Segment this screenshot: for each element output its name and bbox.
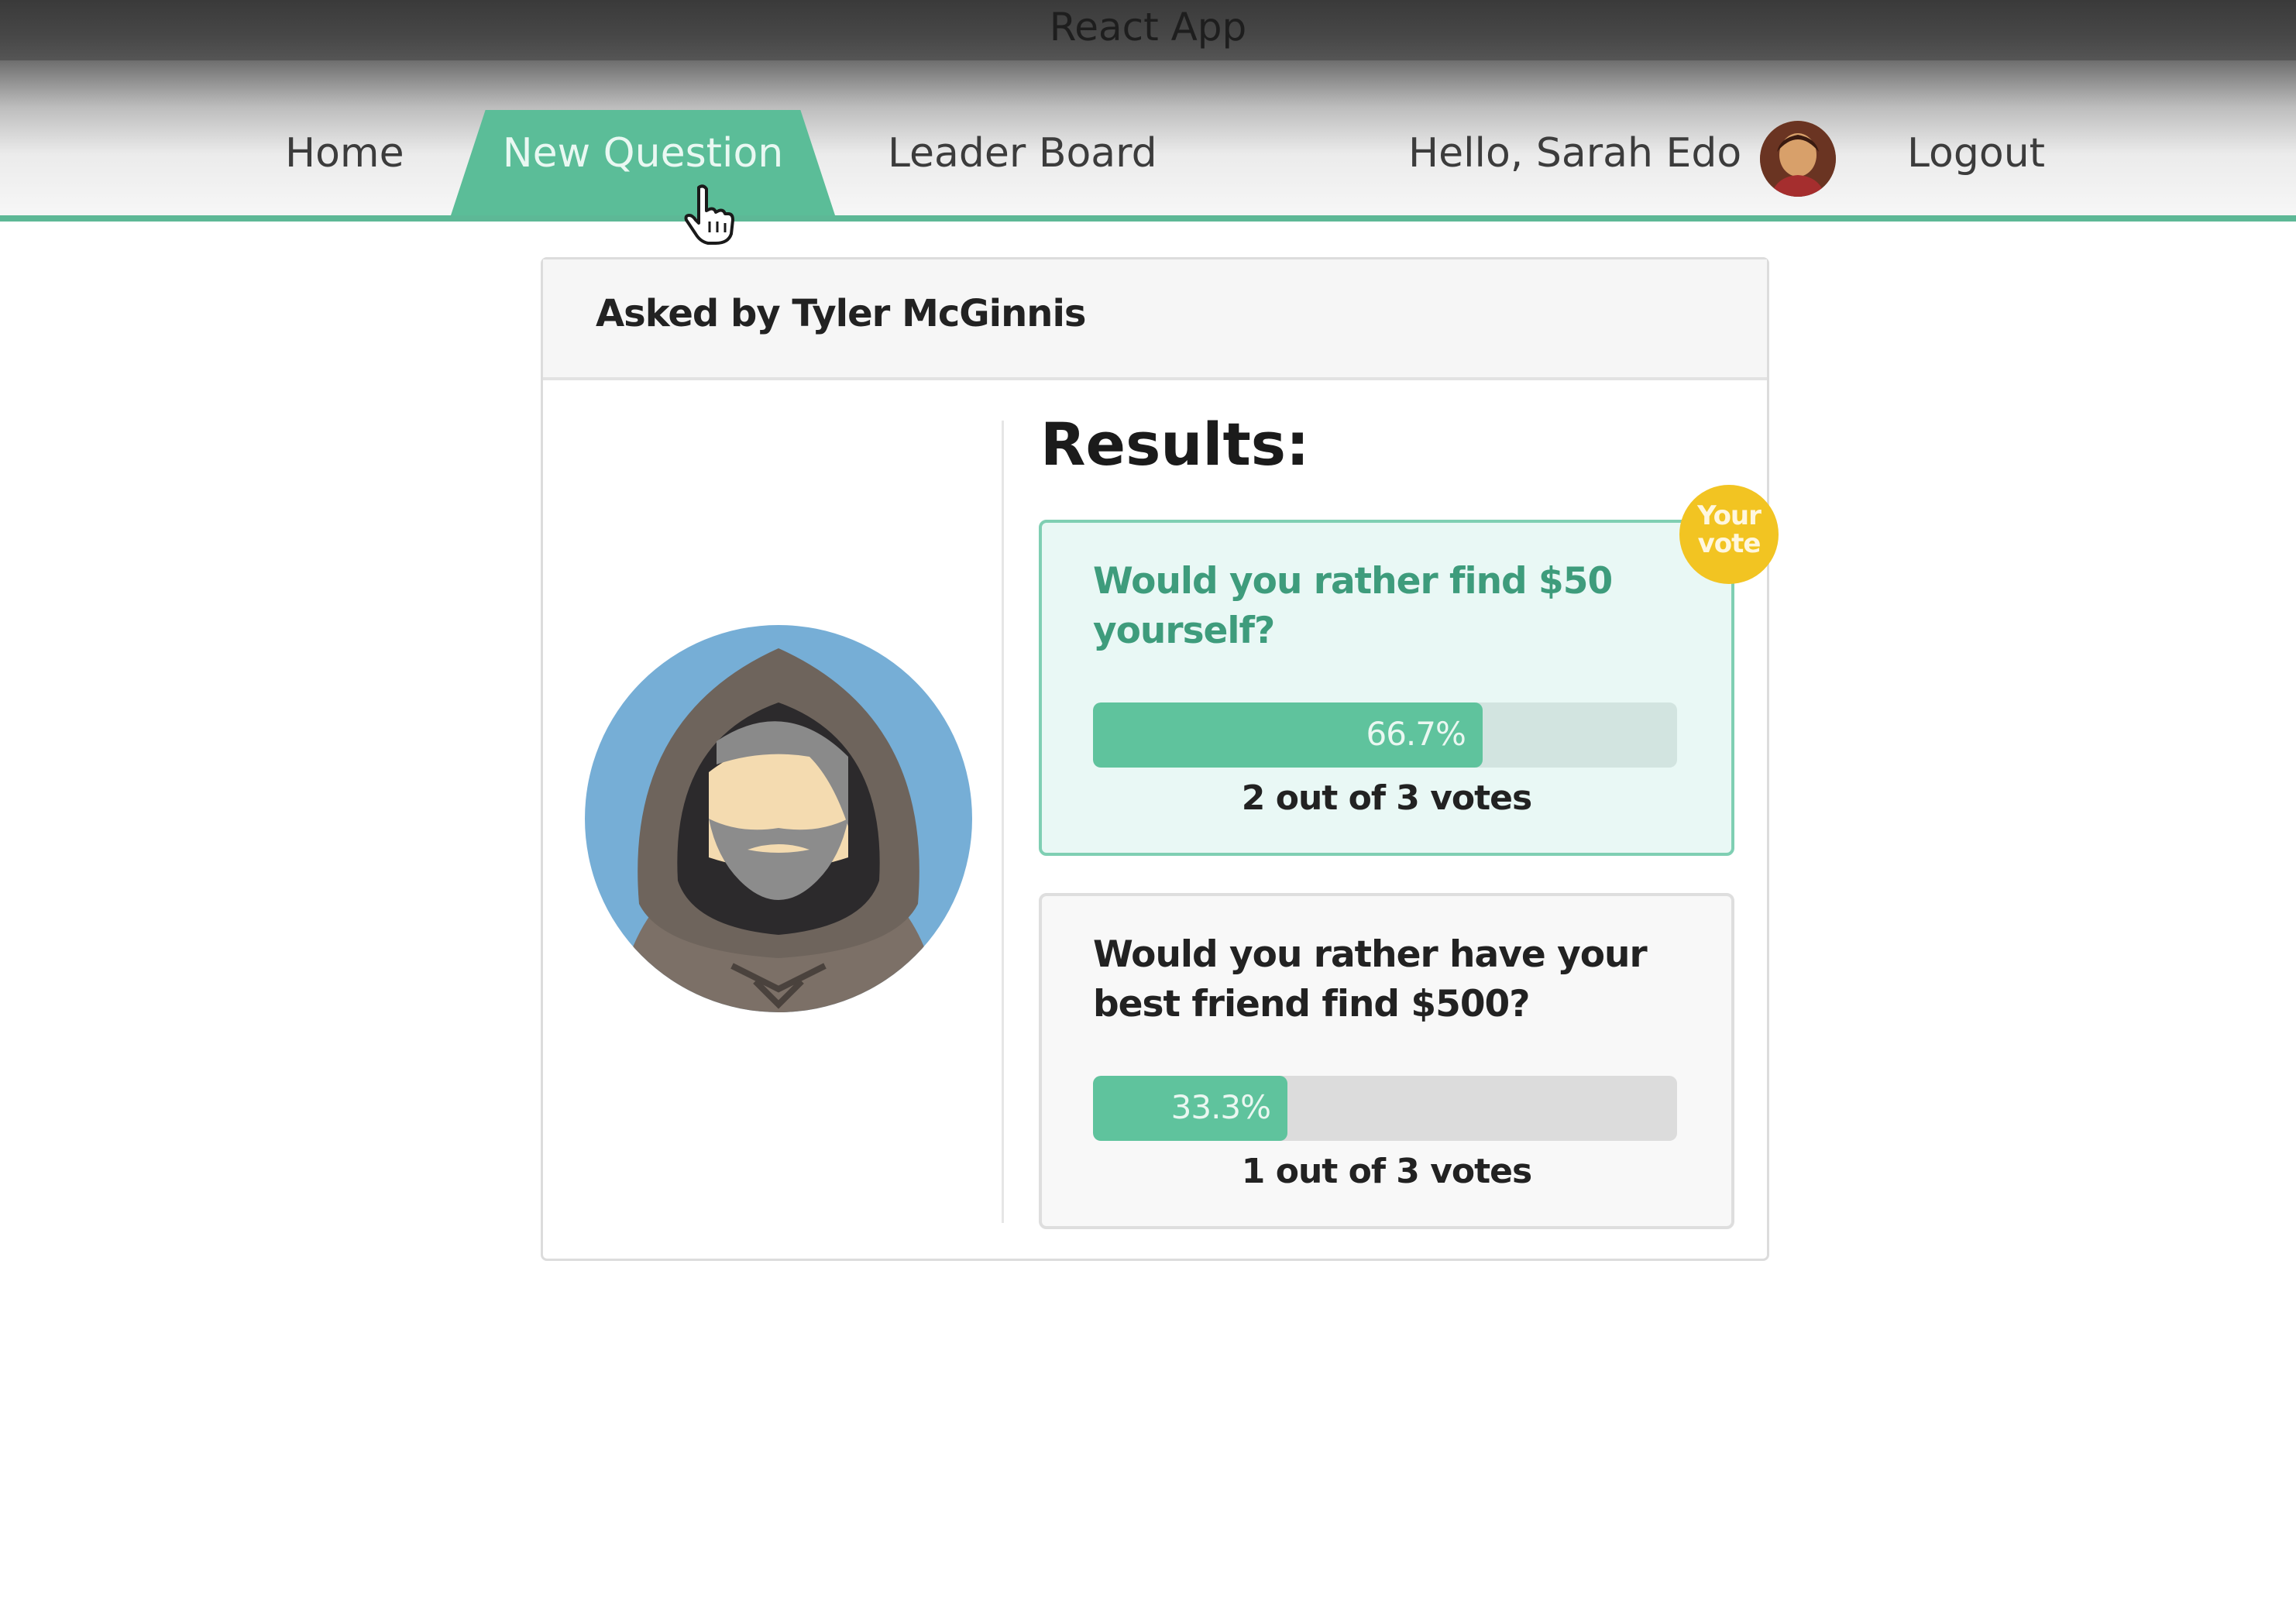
your-vote-badge: Your vote	[1679, 485, 1779, 584]
nav-leader-board-link[interactable]: Leader Board	[888, 130, 1157, 177]
nav-new-question-tab[interactable]: New Question	[451, 110, 835, 215]
results-title: Results:	[1040, 410, 1310, 479]
option-2-progress-fill: 33.3%	[1093, 1076, 1288, 1141]
option-1-progress-bar: 66.7%	[1093, 702, 1677, 768]
user-avatar	[1760, 121, 1836, 197]
option-2-votes: 1 out of 3 votes	[1241, 1152, 1532, 1191]
user-greeting: Hello, Sarah Edo	[1408, 130, 1742, 177]
option-1-text: Would you rather find $50 yourself?	[1093, 560, 1613, 652]
asked-by-label: Asked by Tyler McGinnis	[596, 292, 1086, 335]
option-1-percent: 66.7%	[1366, 715, 1466, 753]
user-avatar-icon	[1760, 121, 1836, 197]
option-2-progress-bar: 33.3%	[1093, 1076, 1677, 1141]
nav-logout-link[interactable]: Logout	[1907, 130, 2045, 177]
author-avatar-icon	[585, 625, 972, 1012]
option-1-votes: 2 out of 3 votes	[1241, 778, 1532, 818]
option-2-percent: 33.3%	[1170, 1088, 1271, 1126]
nav-underline	[0, 215, 2296, 222]
window-title-bar: React App	[0, 0, 2296, 60]
poll-option-2: Would you rather have your best friend f…	[1039, 893, 1734, 1229]
poll-option-1: Would you rather find $50 yourself? 66.7…	[1039, 520, 1734, 856]
nav-new-question-label: New Question	[502, 130, 784, 177]
card-header: Asked by Tyler McGinnis	[543, 259, 1767, 380]
option-1-progress-fill: 66.7%	[1093, 702, 1483, 768]
hand-pointer-cursor-icon	[684, 184, 734, 245]
nav-home-link[interactable]: Home	[285, 130, 404, 177]
window-title: React App	[1049, 5, 1247, 50]
question-card: Asked by Tyler McGinnis Results: Would y	[541, 257, 1769, 1261]
card-divider	[1002, 421, 1004, 1223]
option-2-text: Would you rather have your best friend f…	[1093, 933, 1648, 1025]
